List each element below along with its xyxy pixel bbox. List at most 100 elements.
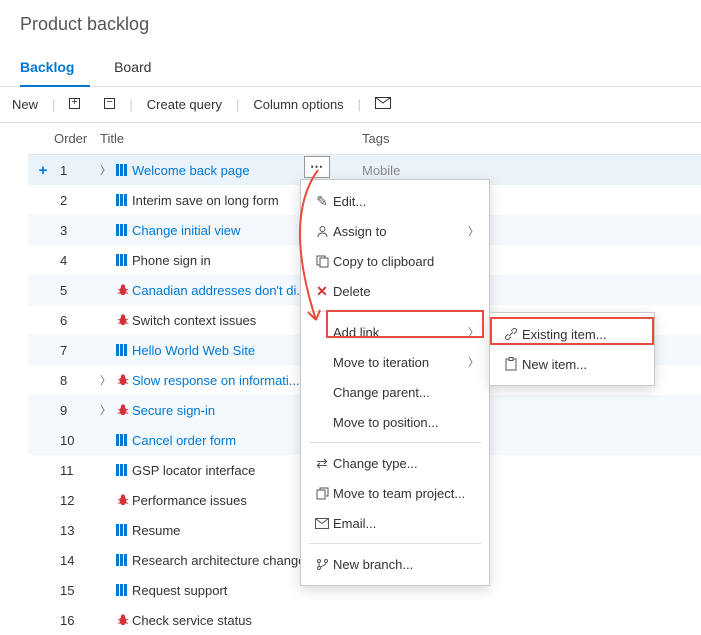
create-query-button[interactable]: Create query	[135, 91, 234, 118]
order-cell: 10	[54, 433, 100, 448]
menu-label: Move to team project...	[333, 486, 479, 501]
order-cell: 4	[54, 253, 100, 268]
menu-new-branch[interactable]: New branch...	[301, 549, 489, 579]
copy-icon	[311, 255, 333, 268]
order-cell: 8	[54, 373, 100, 388]
menu-label: Copy to clipboard	[333, 254, 479, 269]
move-icon	[311, 487, 333, 500]
menu-label: Add link	[333, 325, 468, 340]
expand-chevron[interactable]: 〉	[100, 402, 114, 418]
separator	[309, 442, 481, 443]
page-title: Product backlog	[0, 0, 701, 45]
menu-label: Delete	[333, 284, 479, 299]
add-link-submenu: Existing item... New item...	[489, 312, 655, 386]
pbi-icon	[114, 224, 132, 236]
bug-icon	[114, 614, 132, 626]
bug-icon	[114, 404, 132, 416]
menu-move-iteration[interactable]: Move to iteration〉	[301, 347, 489, 377]
person-icon	[311, 225, 333, 238]
bug-icon	[114, 374, 132, 386]
order-cell: 6	[54, 313, 100, 328]
pbi-icon	[114, 344, 132, 356]
table-row[interactable]: 16Check service status	[28, 605, 701, 635]
context-menu: ✎Edit... Assign to〉 Copy to clipboard ✕D…	[300, 179, 490, 586]
col-title[interactable]: Title	[100, 131, 332, 146]
separator	[309, 311, 481, 312]
item-tags: Mobile	[332, 163, 400, 178]
tab-backlog[interactable]: Backlog	[20, 51, 90, 87]
menu-change-type[interactable]: ⇄Change type...	[301, 448, 489, 478]
menu-label: Move to iteration	[333, 355, 468, 370]
chevron-right-icon: 〉	[468, 354, 479, 370]
order-cell: 12	[54, 493, 100, 508]
pbi-icon	[114, 164, 132, 176]
submenu-existing-item[interactable]: Existing item...	[490, 319, 654, 349]
delete-icon: ✕	[311, 283, 333, 300]
chevron-right-icon: 〉	[468, 223, 479, 239]
menu-copy[interactable]: Copy to clipboard	[301, 246, 489, 276]
order-cell: 13	[54, 523, 100, 538]
col-tags[interactable]: Tags	[332, 131, 701, 146]
pbi-icon	[114, 584, 132, 596]
menu-move-position[interactable]: Move to position...	[301, 407, 489, 437]
view-tabs: Backlog Board	[0, 45, 701, 86]
menu-label: New item...	[522, 357, 644, 372]
menu-label: Change parent...	[333, 385, 479, 400]
order-cell: 2	[54, 193, 100, 208]
menu-email[interactable]: Email...	[301, 508, 489, 538]
add-child-icon[interactable]: +	[32, 162, 54, 179]
order-cell: 5	[54, 283, 100, 298]
pbi-icon	[114, 254, 132, 266]
toolbar: New | | Create query | Column options |	[0, 86, 701, 123]
bug-icon	[114, 494, 132, 506]
menu-label: Edit...	[333, 194, 479, 209]
order-cell: 9	[54, 403, 100, 418]
expand-button[interactable]	[57, 91, 92, 118]
separator: |	[356, 97, 363, 112]
menu-label: New branch...	[333, 557, 479, 572]
column-options-button[interactable]: Column options	[241, 91, 355, 118]
order-cell: 1	[54, 163, 100, 178]
grid-header: Order Title Tags	[28, 123, 701, 155]
submenu-new-item[interactable]: New item...	[490, 349, 654, 379]
menu-label: Change type...	[333, 456, 479, 471]
new-button[interactable]: New	[0, 91, 50, 118]
menu-label: Move to position...	[333, 415, 479, 430]
pbi-icon	[114, 194, 132, 206]
item-title[interactable]: Welcome back page	[132, 163, 332, 178]
menu-label: Existing item...	[522, 327, 644, 342]
item-title[interactable]: Check service status	[132, 613, 332, 628]
menu-delete[interactable]: ✕Delete	[301, 276, 489, 306]
clipboard-icon	[500, 357, 522, 371]
menu-label: Assign to	[333, 224, 468, 239]
separator: |	[127, 97, 134, 112]
collapse-button[interactable]	[92, 91, 127, 118]
tab-board[interactable]: Board	[114, 51, 167, 85]
menu-assign-to[interactable]: Assign to〉	[301, 216, 489, 246]
col-order[interactable]: Order	[54, 131, 100, 146]
collapse-icon	[104, 98, 115, 109]
menu-change-parent[interactable]: Change parent...	[301, 377, 489, 407]
separator: |	[50, 97, 57, 112]
menu-add-link[interactable]: Add link〉	[301, 317, 489, 347]
pbi-icon	[114, 524, 132, 536]
branch-icon	[311, 558, 333, 571]
separator: |	[234, 97, 241, 112]
order-cell: 7	[54, 343, 100, 358]
email-button[interactable]	[363, 91, 403, 118]
expand-chevron[interactable]: 〉	[100, 372, 114, 388]
mail-icon	[311, 518, 333, 529]
bug-icon	[114, 284, 132, 296]
order-cell: 15	[54, 583, 100, 598]
menu-move-team[interactable]: Move to team project...	[301, 478, 489, 508]
menu-edit[interactable]: ✎Edit...	[301, 186, 489, 216]
order-cell: 14	[54, 553, 100, 568]
separator	[309, 543, 481, 544]
expand-chevron[interactable]: 〉	[100, 162, 114, 178]
order-cell: 11	[54, 463, 100, 478]
swap-icon: ⇄	[311, 455, 333, 472]
order-cell: 3	[54, 223, 100, 238]
pencil-icon: ✎	[311, 193, 333, 210]
row-actions-button[interactable]: ⋯	[304, 156, 330, 178]
menu-label: Email...	[333, 516, 479, 531]
